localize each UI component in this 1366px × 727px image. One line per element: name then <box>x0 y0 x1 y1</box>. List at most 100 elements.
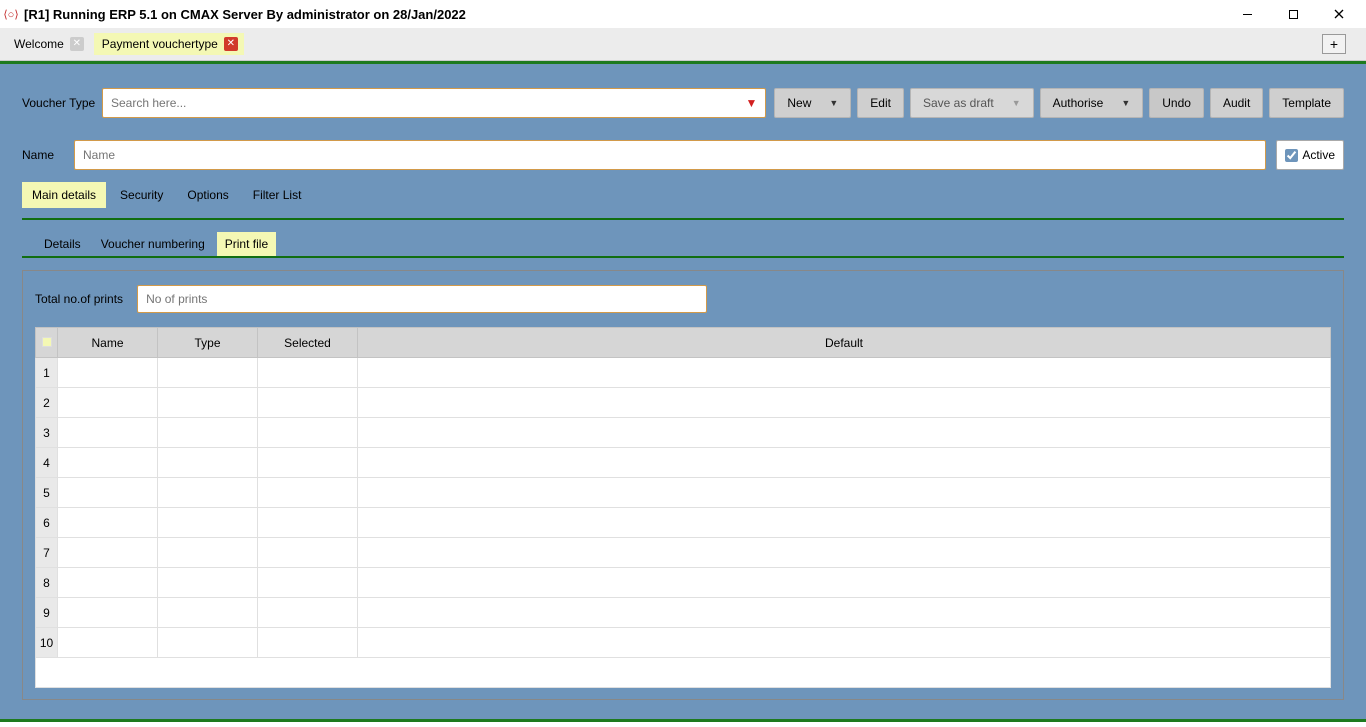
table-row[interactable]: 6 <box>36 508 1331 538</box>
add-tab-button[interactable]: + <box>1322 34 1346 54</box>
table-cell[interactable] <box>258 568 358 598</box>
total-prints-input[interactable] <box>137 285 707 313</box>
table-cell[interactable] <box>158 388 258 418</box>
table-cell[interactable] <box>258 478 358 508</box>
tab-main-details[interactable]: Main details <box>22 182 106 208</box>
subtab-details[interactable]: Details <box>36 232 89 256</box>
table-cell[interactable] <box>158 418 258 448</box>
table-cell[interactable] <box>58 478 158 508</box>
minimize-button[interactable] <box>1224 0 1270 28</box>
table-cell[interactable] <box>58 388 158 418</box>
header-type[interactable]: Type <box>158 328 258 358</box>
table-row[interactable]: 1 <box>36 358 1331 388</box>
table-cell[interactable] <box>358 388 1331 418</box>
print-file-panel: Total no.of prints Name Type Selected De… <box>22 270 1344 700</box>
tab-filter-list[interactable]: Filter List <box>243 182 312 208</box>
table-cell[interactable] <box>358 538 1331 568</box>
table-cell[interactable] <box>258 358 358 388</box>
table-cell[interactable] <box>358 598 1331 628</box>
save-as-draft-button[interactable]: Save as draft ▼ <box>910 88 1034 118</box>
tab-welcome[interactable]: Welcome ✕ <box>6 33 90 55</box>
table-row[interactable]: 2 <box>36 388 1331 418</box>
table-cell[interactable] <box>58 598 158 628</box>
row-number: 8 <box>36 568 58 598</box>
row-number: 5 <box>36 478 58 508</box>
close-icon[interactable]: ✕ <box>224 37 238 51</box>
table-row[interactable]: 5 <box>36 478 1331 508</box>
tab-payment-label: Payment vouchertype <box>100 37 222 51</box>
table-cell[interactable] <box>158 358 258 388</box>
table-cell[interactable] <box>358 418 1331 448</box>
table-cell[interactable] <box>58 538 158 568</box>
table-cell[interactable] <box>158 568 258 598</box>
prints-table: Name Type Selected Default 12345678910 <box>35 327 1331 688</box>
table-cell[interactable] <box>258 448 358 478</box>
divider <box>22 218 1344 220</box>
table-cell[interactable] <box>158 538 258 568</box>
table-cell[interactable] <box>58 568 158 598</box>
chevron-down-icon: ▼ <box>1121 98 1130 108</box>
edit-button[interactable]: Edit <box>857 88 904 118</box>
undo-button[interactable]: Undo <box>1149 88 1204 118</box>
table-row[interactable]: 3 <box>36 418 1331 448</box>
header-checkbox[interactable] <box>36 328 58 358</box>
table-cell[interactable] <box>158 628 258 658</box>
table-cell[interactable] <box>258 598 358 628</box>
subtab-voucher-numbering[interactable]: Voucher numbering <box>93 232 213 256</box>
table-cell[interactable] <box>158 448 258 478</box>
table-cell[interactable] <box>358 568 1331 598</box>
table-cell[interactable] <box>358 478 1331 508</box>
maximize-button[interactable] <box>1270 0 1316 28</box>
table-cell[interactable] <box>58 358 158 388</box>
tab-payment-vouchertype[interactable]: Payment vouchertype ✕ <box>94 33 244 55</box>
authorise-button[interactable]: Authorise ▼ <box>1040 88 1144 118</box>
tab-options[interactable]: Options <box>177 182 238 208</box>
close-icon[interactable]: ✕ <box>70 37 84 51</box>
table-cell[interactable] <box>158 508 258 538</box>
table-row[interactable]: 8 <box>36 568 1331 598</box>
table-cell[interactable] <box>58 628 158 658</box>
audit-button[interactable]: Audit <box>1210 88 1263 118</box>
table-row[interactable]: 9 <box>36 598 1331 628</box>
table-cell[interactable] <box>358 448 1331 478</box>
table-cell[interactable] <box>258 508 358 538</box>
template-button[interactable]: Template <box>1269 88 1344 118</box>
table-cell[interactable] <box>258 418 358 448</box>
chevron-down-icon[interactable]: ▼ <box>745 96 757 110</box>
table-cell[interactable] <box>158 478 258 508</box>
table-cell[interactable] <box>58 508 158 538</box>
table-cell[interactable] <box>258 628 358 658</box>
voucher-type-search-input[interactable] <box>111 96 745 110</box>
close-window-button[interactable] <box>1316 0 1362 28</box>
save-as-draft-label: Save as draft <box>923 96 994 110</box>
document-tabstrip: Welcome ✕ Payment vouchertype ✕ + <box>0 28 1366 61</box>
table-cell[interactable] <box>358 358 1331 388</box>
active-checkbox-wrapper[interactable]: Active <box>1276 140 1344 170</box>
subtab-print-file[interactable]: Print file <box>217 232 276 256</box>
table-cell[interactable] <box>58 448 158 478</box>
table-cell[interactable] <box>258 538 358 568</box>
table-cell[interactable] <box>158 598 258 628</box>
table-cell[interactable] <box>358 628 1331 658</box>
name-input[interactable] <box>83 148 1257 162</box>
window-title: [R1] Running ERP 5.1 on CMAX Server By a… <box>24 7 466 22</box>
voucher-type-search[interactable]: ▼ <box>102 88 766 118</box>
table-row[interactable]: 10 <box>36 628 1331 658</box>
table-cell[interactable] <box>358 508 1331 538</box>
new-button[interactable]: New ▼ <box>774 88 851 118</box>
table-cell[interactable] <box>258 388 358 418</box>
name-row: Name Active <box>22 140 1344 170</box>
row-number: 7 <box>36 538 58 568</box>
table-row[interactable]: 7 <box>36 538 1331 568</box>
tab-welcome-label: Welcome <box>12 37 68 51</box>
header-default[interactable]: Default <box>358 328 1331 358</box>
undo-label: Undo <box>1162 96 1191 110</box>
table-row[interactable]: 4 <box>36 448 1331 478</box>
tab-security[interactable]: Security <box>110 182 173 208</box>
header-name[interactable]: Name <box>58 328 158 358</box>
table-footer-row <box>36 658 1331 688</box>
row-number: 6 <box>36 508 58 538</box>
active-checkbox[interactable] <box>1285 149 1298 162</box>
table-cell[interactable] <box>58 418 158 448</box>
header-selected[interactable]: Selected <box>258 328 358 358</box>
